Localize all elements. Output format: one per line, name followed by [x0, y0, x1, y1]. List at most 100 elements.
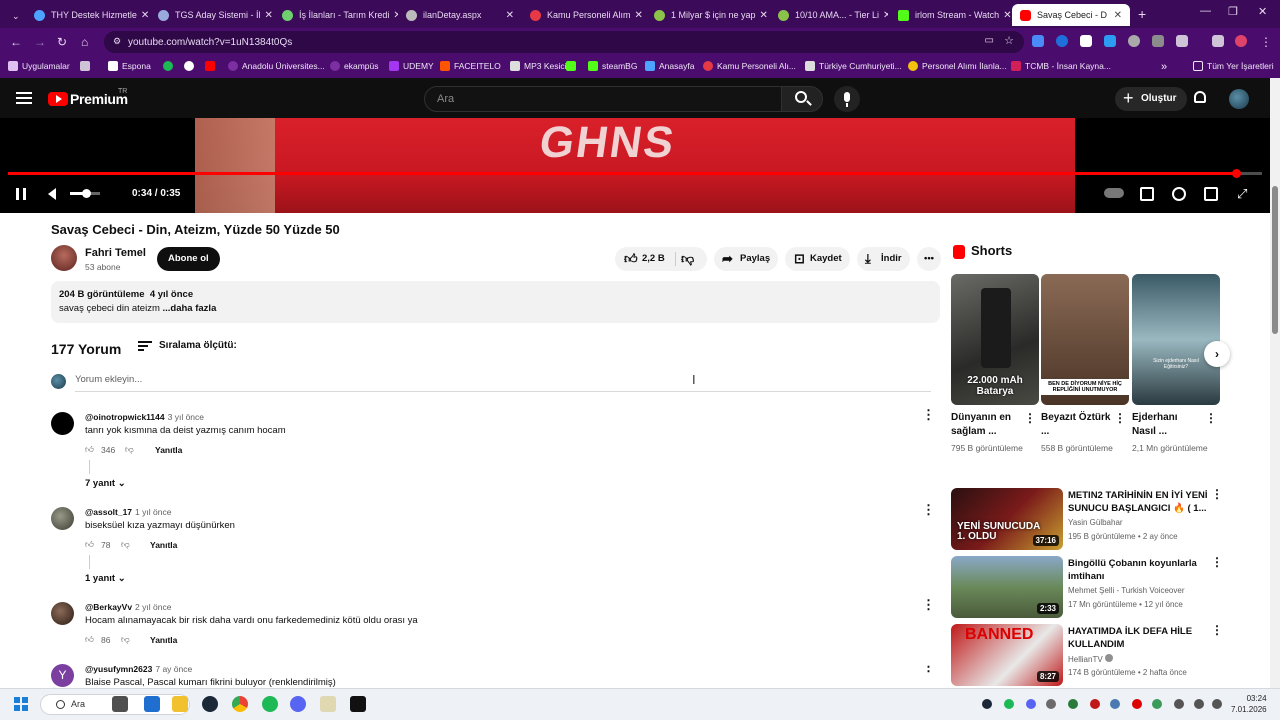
comment-more-icon[interactable]: ⋮ [922, 408, 935, 421]
short-more-icon[interactable]: ⋮ [1024, 412, 1036, 424]
microphone-tray-icon[interactable] [1174, 699, 1184, 709]
dislike-icon[interactable]: 👎︎ [681, 247, 694, 271]
like-icon[interactable]: 👍︎ [85, 444, 95, 454]
minimize-button[interactable]: — [1200, 5, 1211, 17]
discord-icon[interactable] [290, 696, 306, 712]
file-explorer-icon[interactable] [172, 696, 188, 712]
microphone-icon[interactable] [834, 86, 860, 112]
extension-icon[interactable] [1152, 35, 1164, 47]
comment-avatar[interactable]: Y [51, 664, 74, 687]
close-icon[interactable]: ✕ [389, 10, 398, 21]
tray-icon[interactable] [1110, 699, 1120, 709]
close-icon[interactable]: ✕ [756, 10, 768, 21]
close-icon[interactable]: ✕ [631, 10, 643, 21]
home-icon[interactable]: ⌂ [81, 35, 88, 49]
comment-more-icon[interactable]: ⋮ [922, 664, 935, 673]
extensions-puzzle-icon[interactable] [1176, 35, 1188, 47]
short-thumbnail[interactable]: BEN DE DİYORUM NİYE HİÇ REPLİĞİNİ UNUTMU… [1041, 274, 1129, 405]
tray-icon[interactable] [1090, 699, 1100, 709]
extension-icon[interactable] [1080, 35, 1092, 47]
dislike-icon[interactable]: 👎︎ [125, 444, 135, 454]
tray-icon[interactable] [1068, 699, 1078, 709]
channel-avatar[interactable] [51, 245, 77, 271]
all-bookmarks[interactable]: Tüm Yer İşaretleri [1193, 61, 1274, 71]
store-icon[interactable] [144, 696, 160, 712]
bookmark-spotify[interactable] [163, 61, 177, 71]
autoplay-toggle[interactable] [1104, 188, 1124, 198]
close-icon[interactable]: ✕ [879, 10, 888, 21]
discord-tray-icon[interactable] [1026, 699, 1036, 709]
spotify-tray-icon[interactable] [1004, 699, 1014, 709]
tab-search-button[interactable]: ⌄ [4, 5, 22, 27]
bookmark-youtube[interactable] [205, 61, 219, 71]
page-scrollbar[interactable] [1270, 78, 1280, 688]
short-more-icon[interactable]: ⋮ [1114, 412, 1126, 424]
short-thumbnail[interactable]: 22.000 mAh Batarya [951, 274, 1039, 405]
translate-extension-icon[interactable] [1032, 35, 1044, 47]
steam-icon[interactable] [202, 696, 218, 712]
close-icon[interactable]: ✕ [502, 10, 514, 21]
bookmarks-overflow-icon[interactable]: » [1161, 61, 1167, 73]
comment-author-name[interactable]: @assolt_17 [85, 507, 132, 517]
comment-input[interactable]: Yorum ekleyin... [75, 374, 931, 392]
progress-handle[interactable] [1231, 169, 1241, 178]
sort-icon[interactable] [138, 341, 152, 351]
menu-icon[interactable]: ⋮ [1260, 35, 1272, 49]
profile-icon[interactable] [1235, 35, 1247, 47]
fullscreen-icon[interactable]: ⤢ [1237, 186, 1247, 202]
short-title[interactable]: Ejderhanı Nasıl ... [1132, 411, 1204, 439]
video-thumbnail[interactable]: YENİ SUNUCUDA 1. OLDU 37:16 [951, 488, 1063, 550]
task-view-icon[interactable] [112, 696, 128, 712]
comment-author[interactable]: @BerkayVv 2 yıl önce [85, 602, 171, 612]
like-icon[interactable]: 👍︎ [85, 634, 95, 644]
tray-icon[interactable] [1152, 699, 1162, 709]
sort-button[interactable]: Sıralama ölçütü: [159, 340, 237, 351]
channel-name[interactable]: Yasin Gülbahar [1068, 518, 1123, 527]
restore-button[interactable]: ❐ [1228, 5, 1238, 18]
short-thumbnail[interactable]: Sizin ejderhanı Nasıl Eğitirsiniz? [1132, 274, 1220, 405]
bookmark-turkiye[interactable]: Türkiye Cumhuriyeti... [805, 61, 902, 71]
channel-name[interactable]: Mehmet Şelli - Turkish Voiceover [1068, 586, 1185, 595]
bookmark-google[interactable] [184, 61, 198, 71]
bookmark-tcmb[interactable]: TCMB - İnsan Kayna... [1011, 61, 1111, 71]
close-icon[interactable]: ✕ [261, 10, 273, 21]
menu-icon[interactable] [16, 92, 32, 104]
video-title[interactable]: METIN2 TARİHİNİN EN İYİ YENİ SUNUCU BAŞL… [1068, 489, 1213, 515]
shorts-next-chevron-icon[interactable]: › [1204, 341, 1230, 367]
settings-gear-icon[interactable] [1172, 187, 1186, 201]
comment-author-name[interactable]: @oinotropwick1144 [85, 412, 165, 422]
tab-milyar[interactable]: 1 Milyar $ için ne yap ✕ [646, 4, 770, 26]
comment-avatar[interactable] [51, 507, 74, 530]
share-button[interactable]: ➦ Paylaş [714, 247, 778, 271]
subtitles-icon[interactable] [1140, 187, 1154, 201]
show-more-link[interactable]: ...daha fazla [163, 303, 217, 314]
close-window-button[interactable]: ✕ [1258, 5, 1267, 18]
comment-author-name[interactable]: @BerkayVv [85, 602, 132, 612]
reply-button[interactable]: Yanıtla [150, 635, 177, 645]
tab-youtube-active[interactable]: Savaş Cebeci - D ✕ [1012, 4, 1130, 26]
extension-icon[interactable] [1128, 35, 1140, 47]
bookmark-personel[interactable]: Personel Alımı İlanla... [908, 61, 1007, 71]
extension-icon[interactable] [1056, 35, 1068, 47]
short-title[interactable]: Dünyanın en sağlam ... [951, 411, 1023, 439]
like-icon[interactable]: 👍︎ [85, 539, 95, 549]
tray-icon[interactable] [1132, 699, 1142, 709]
bookmark-udemy[interactable]: UDEMY [389, 61, 434, 71]
new-tab-button[interactable]: + [1138, 6, 1146, 22]
short-title[interactable]: Beyazıt Öztürk ... [1041, 411, 1113, 439]
close-icon[interactable]: ✕ [1110, 10, 1122, 21]
bookmark-espona[interactable]: Espona [108, 61, 151, 71]
comment-author[interactable]: @oinotropwick1144 3 yıl önce [85, 412, 204, 422]
scrollbar-thumb[interactable] [1272, 186, 1278, 334]
reply-button[interactable]: Yanıtla [150, 540, 177, 550]
media-icon[interactable] [1212, 35, 1224, 47]
channel-name[interactable]: Fahri Temel [85, 247, 146, 259]
tab-thy[interactable]: THY Destek Hizmetle ✕ [26, 4, 150, 26]
bookmark-steambg[interactable]: steamBG [588, 61, 637, 71]
windows-start-icon[interactable] [14, 697, 28, 711]
bookmark-kamu[interactable]: Kamu Personeli Alı... [703, 61, 796, 71]
tab-ama[interactable]: 10/10 AMA... - Tier Li ✕ [770, 4, 888, 26]
site-info-icon[interactable]: ⚙ [113, 36, 121, 47]
comment-author-name[interactable]: @yusufymn2623 [85, 664, 152, 674]
reload-icon[interactable]: ↻ [57, 35, 67, 49]
